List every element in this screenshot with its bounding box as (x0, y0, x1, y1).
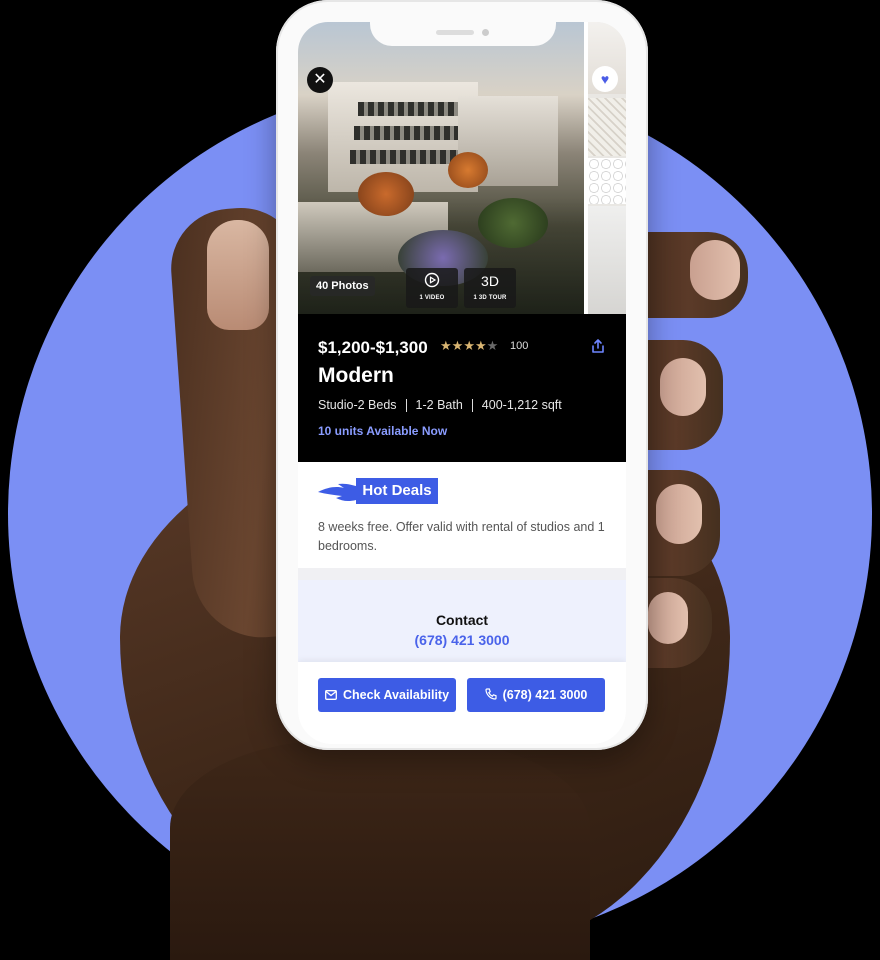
tree-shape (478, 198, 548, 248)
price: $1,200-$1,300 (318, 338, 428, 357)
star-icon: ★ (463, 338, 475, 353)
share-icon[interactable] (590, 338, 606, 354)
finger-nail-1 (690, 240, 740, 300)
listing-info: $1,200-$1,300 ★★★★★ 100 Modern Studio-2 … (298, 314, 626, 462)
contact-phone-link[interactable]: (678) 421 3000 (298, 632, 626, 648)
phone-notch (370, 10, 556, 46)
hot-deals-section: Hot Deals 8 weeks free. Offer valid with… (298, 462, 626, 568)
baths: 1-2 Bath (415, 398, 463, 412)
thumbnail (588, 206, 626, 314)
call-label: (678) 421 3000 (502, 688, 588, 702)
phone-icon (484, 678, 497, 712)
availability-link[interactable]: 10 units Available Now (318, 424, 447, 438)
phone-screen: ✕ ♥ 40 Photos 1 VIDEO 3D 1 3D TOUR $1,20… (298, 22, 626, 744)
play-circle-icon (406, 272, 458, 290)
check-availability-label: Check Availability (342, 688, 450, 702)
building-windows (354, 126, 470, 140)
tree-shape (448, 152, 488, 188)
contact-title: Contact (435, 612, 489, 628)
phone-speaker (436, 30, 474, 35)
deal-description: 8 weeks free. Offer valid with rental of… (318, 520, 605, 553)
divider (405, 399, 407, 413)
building-windows (358, 102, 468, 116)
hot-deals-label: Hot Deals (362, 482, 432, 499)
3d-tour-button[interactable]: 3D 1 3D TOUR (464, 268, 516, 308)
beds: Studio-2 Beds (318, 398, 397, 412)
thumbnail (588, 98, 626, 156)
phone-camera (482, 29, 489, 36)
tree-shape (358, 172, 414, 216)
heart-icon[interactable]: ♥ (592, 66, 618, 92)
mail-icon (325, 678, 337, 712)
action-bar: Check Availability (678) 421 3000 (298, 662, 626, 744)
finger-nail-3 (656, 484, 702, 544)
divider (471, 399, 473, 413)
star-icon: ★ (440, 338, 452, 353)
thumbnail (588, 158, 626, 204)
finger-nail-2 (660, 358, 706, 416)
listing-specs: Studio-2 Beds 1-2 Bath 400-1,212 sqft (318, 398, 562, 413)
sqft: 400-1,212 sqft (481, 398, 562, 412)
review-count[interactable]: 100 (510, 340, 528, 352)
hot-deals-badge: Hot Deals (318, 476, 440, 506)
hand-wrist (170, 740, 590, 960)
finger-nail-4 (648, 592, 688, 644)
rating-stars: ★★★★★ (440, 338, 498, 354)
contact-section: Contact (678) 421 3000 (298, 580, 626, 662)
thumb-nail (207, 220, 269, 330)
star-icon: ★ (451, 338, 464, 353)
photos-count[interactable]: 40 Photos (310, 276, 375, 296)
section-divider (298, 568, 626, 580)
video-label: 1 VIDEO (419, 295, 445, 301)
3d-icon: 3D (481, 273, 499, 289)
close-icon[interactable]: ✕ (307, 67, 333, 93)
star-icon: ★ (486, 338, 499, 353)
star-icon: ★ (474, 338, 487, 353)
call-button[interactable]: (678) 421 3000 (467, 678, 605, 712)
listing-name: Modern (318, 364, 394, 387)
scene: ✕ ♥ 40 Photos 1 VIDEO 3D 1 3D TOUR $1,20… (0, 0, 880, 960)
video-button[interactable]: 1 VIDEO (406, 268, 458, 308)
check-availability-button[interactable]: Check Availability (318, 678, 456, 712)
3d-tour-label: 1 3D TOUR (473, 295, 507, 301)
